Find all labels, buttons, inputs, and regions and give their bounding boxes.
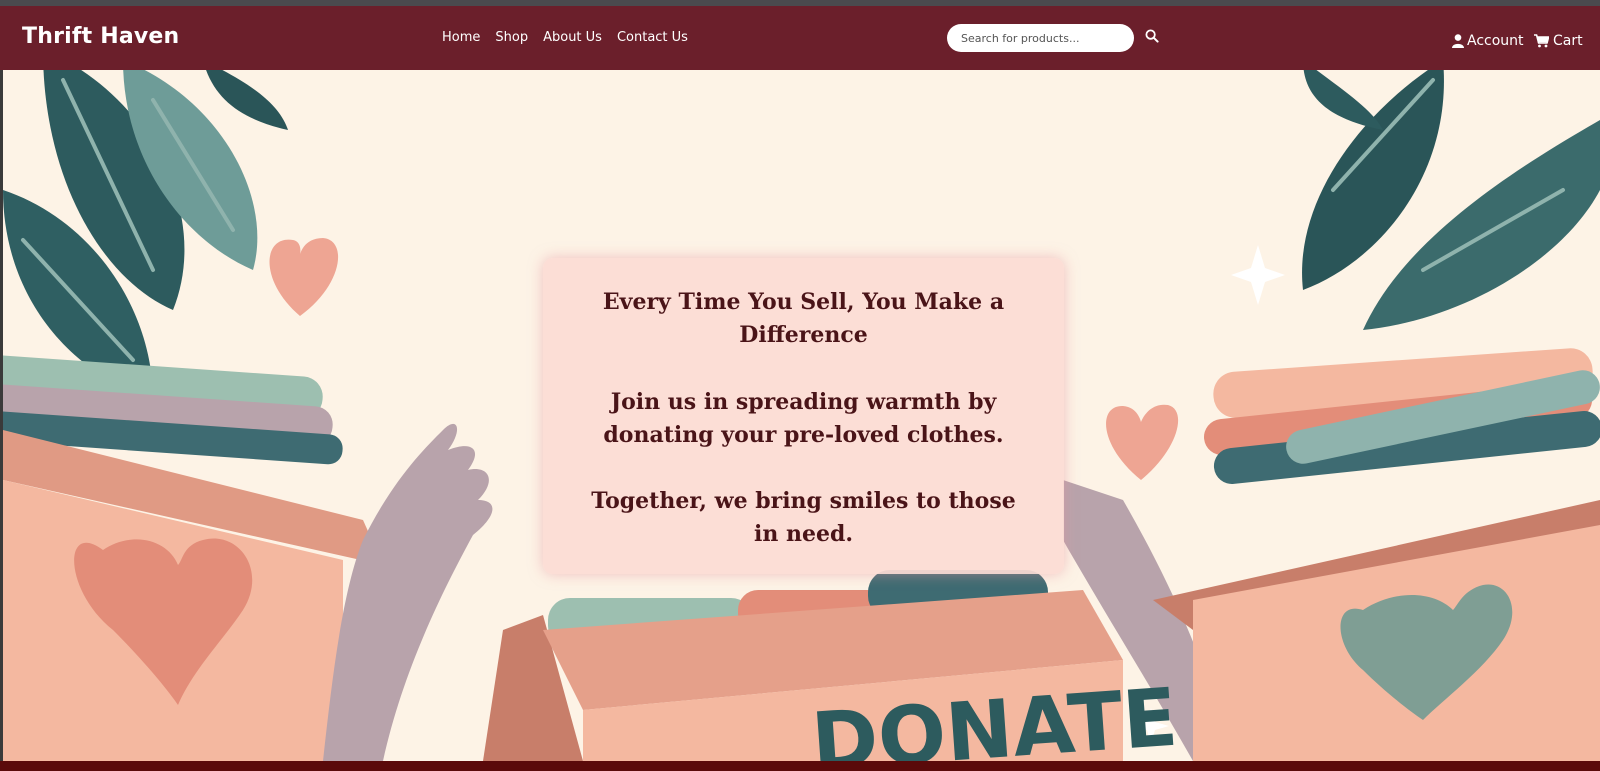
box-left bbox=[3, 355, 383, 761]
heart-right bbox=[1106, 404, 1179, 480]
nav-links: Home Shop About Us Contact Us bbox=[442, 30, 688, 45]
cart-icon bbox=[1534, 34, 1549, 48]
nav-link-home[interactable]: Home bbox=[442, 30, 480, 45]
hero-banner: DONATE Every Time You Sell, You Make a D… bbox=[3, 70, 1600, 761]
leaves-top-right bbox=[1302, 70, 1600, 330]
nav-link-contact-us[interactable]: Contact Us bbox=[617, 30, 688, 45]
search-input[interactable] bbox=[947, 24, 1134, 52]
box-right bbox=[1153, 348, 1600, 761]
nav-link-shop[interactable]: Shop bbox=[495, 30, 528, 45]
search-button[interactable] bbox=[1145, 28, 1165, 48]
heart-small-left bbox=[269, 238, 339, 316]
navbar: Thrift Haven Home Shop About Us Contact … bbox=[0, 6, 1600, 70]
user-icon bbox=[1452, 34, 1464, 48]
hero-heading: Every Time You Sell, You Make a Differen… bbox=[602, 289, 1005, 348]
donation-message-card: Every Time You Sell, You Make a Differen… bbox=[543, 258, 1064, 574]
nav-link-about-us[interactable]: About Us bbox=[543, 30, 602, 45]
leaves-top-left bbox=[3, 70, 288, 400]
cart-label: Cart bbox=[1553, 33, 1583, 49]
footer-strip bbox=[0, 761, 1600, 771]
search-icon bbox=[1145, 29, 1159, 43]
account-link[interactable]: Account bbox=[1452, 33, 1524, 49]
sparkle bbox=[1231, 245, 1285, 305]
account-label: Account bbox=[1467, 33, 1524, 49]
hand-left bbox=[323, 423, 493, 761]
hero-text-donate: Join us in spreading warmth by donating … bbox=[603, 389, 1004, 448]
cart-link[interactable]: Cart bbox=[1534, 33, 1583, 49]
hero-text-smiles: Together, we bring smiles to those in ne… bbox=[591, 488, 1016, 547]
brand-logo[interactable]: Thrift Haven bbox=[22, 24, 179, 49]
box-center: DONATE bbox=[483, 570, 1180, 761]
